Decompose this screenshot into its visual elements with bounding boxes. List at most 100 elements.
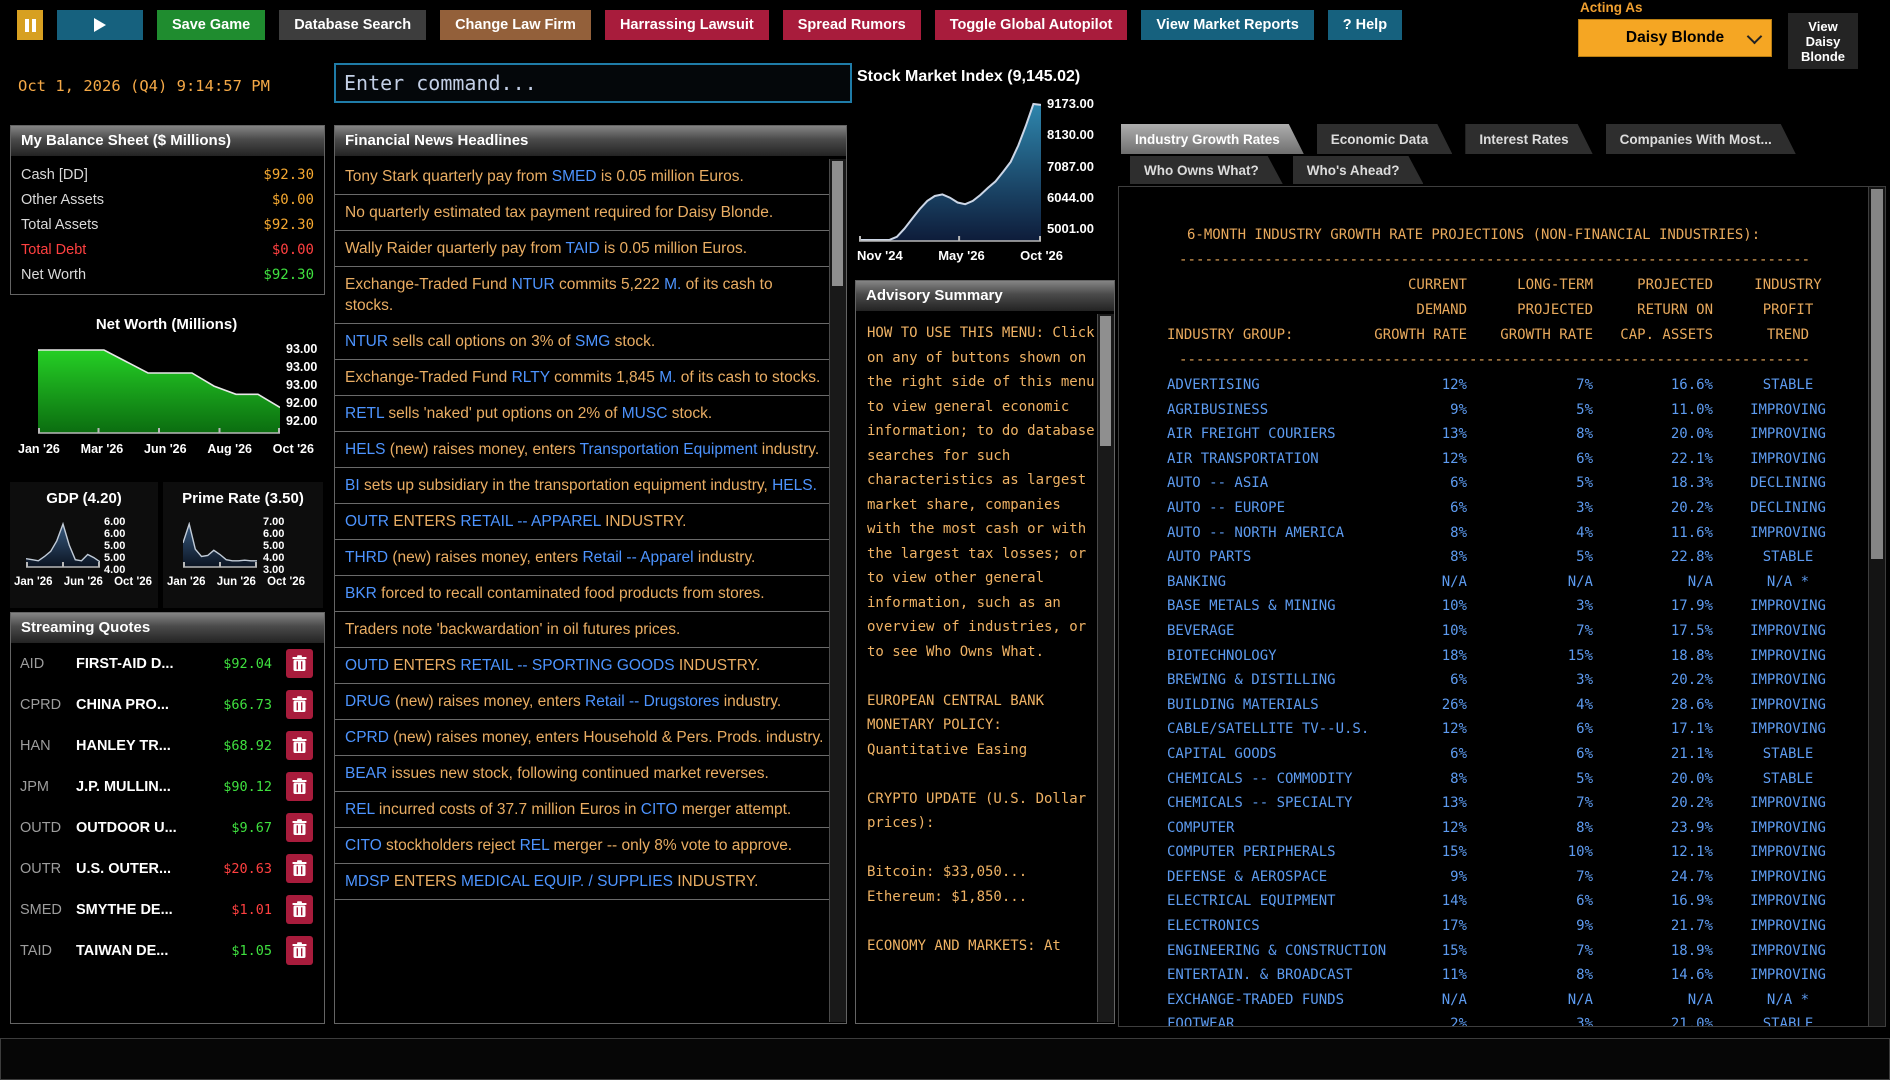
industry-table-row[interactable]: COMPUTER PERIPHERALS15%10%12.1%IMPROVING — [1119, 840, 1869, 865]
industry-table-row[interactable]: AUTO -- ASIA6%5%18.3%DECLINING — [1119, 471, 1869, 496]
industry-table-row[interactable]: BANKINGN/AN/AN/AN/A * — [1119, 570, 1869, 595]
news-headline[interactable]: CPRD (new) raises money, enters Househol… — [335, 720, 829, 756]
tab-industry-growth-rates[interactable]: Industry Growth Rates — [1121, 124, 1304, 154]
news-ticker-link[interactable]: M. — [664, 276, 681, 293]
delete-quote-button[interactable] — [286, 731, 313, 760]
industry-table-row[interactable]: CABLE/SATELLITE TV--U.S.12%6%17.1%IMPROV… — [1119, 717, 1869, 742]
news-ticker-link[interactable]: REL — [520, 837, 550, 854]
industry-table-row[interactable]: AIR TRANSPORTATION12%6%22.1%IMPROVING — [1119, 447, 1869, 472]
news-headline[interactable]: RETL sells 'naked' put options on 2% of … — [335, 396, 829, 432]
news-headline[interactable]: NTUR sells call options on 3% of SMG sto… — [335, 324, 829, 360]
advisory-scrollbar-thumb[interactable] — [1100, 316, 1111, 446]
delete-quote-button[interactable] — [286, 649, 313, 678]
change-law-firm-button[interactable]: Change Law Firm — [440, 10, 591, 40]
news-ticker-link[interactable]: BI — [345, 477, 360, 494]
industry-table-row[interactable]: AUTO -- EUROPE6%3%20.2%DECLINING — [1119, 496, 1869, 521]
tab-companies-with-most[interactable]: Companies With Most... — [1606, 124, 1796, 154]
news-ticker-link[interactable]: MUSC — [622, 405, 668, 422]
news-ticker-link[interactable]: NTUR — [345, 333, 388, 350]
industry-table-row[interactable]: ENGINEERING & CONSTRUCTION15%7%18.9%IMPR… — [1119, 939, 1869, 964]
news-headline[interactable]: Exchange-Traded Fund RLTY commits 1,845 … — [335, 360, 829, 396]
news-ticker-link[interactable]: CITO — [345, 837, 382, 854]
news-ticker-link[interactable]: Retail -- Drugstores — [585, 693, 719, 710]
news-ticker-link[interactable]: BKR — [345, 585, 377, 602]
news-ticker-link[interactable]: HELS — [345, 441, 386, 458]
command-input[interactable] — [334, 63, 852, 103]
industry-table-row[interactable]: AGRIBUSINESS9%5%11.0%IMPROVING — [1119, 398, 1869, 423]
delete-quote-button[interactable] — [286, 936, 313, 965]
news-ticker-link[interactable]: RETAIL -- APPAREL — [460, 513, 600, 530]
delete-quote-button[interactable] — [286, 690, 313, 719]
news-headline[interactable]: Traders note 'backwardation' in oil futu… — [335, 612, 829, 648]
tab-who-owns-what[interactable]: Who Owns What? — [1130, 156, 1283, 184]
news-ticker-link[interactable]: MDSP — [345, 873, 390, 890]
industry-table-row[interactable]: CAPITAL GOODS6%6%21.1%STABLE — [1119, 742, 1869, 767]
news-ticker-link[interactable]: NTUR — [512, 276, 555, 293]
industry-table-row[interactable]: AUTO PARTS8%5%22.8%STABLE — [1119, 545, 1869, 570]
save-game-button[interactable]: Save Game — [157, 10, 265, 40]
news-ticker-link[interactable]: CPRD — [345, 729, 389, 746]
news-ticker-link[interactable]: CITO — [641, 801, 678, 818]
news-ticker-link[interactable]: RETAIL -- SPORTING GOODS — [460, 657, 674, 674]
pause-button[interactable] — [17, 10, 43, 40]
industry-table-row[interactable]: ENTERTAIN. & BROADCAST11%8%14.6%IMPROVIN… — [1119, 963, 1869, 988]
harrassing-lawsuit-button[interactable]: Harrassing Lawsuit — [605, 10, 769, 40]
news-headline[interactable]: Exchange-Traded Fund NTUR commits 5,222 … — [335, 267, 829, 324]
quote-row[interactable]: AIDFIRST-AID D...$92.04 — [11, 643, 324, 684]
delete-quote-button[interactable] — [286, 813, 313, 842]
play-button[interactable] — [57, 10, 143, 40]
industry-table-row[interactable]: CHEMICALS -- SPECIALTY13%7%20.2%IMPROVIN… — [1119, 791, 1869, 816]
news-ticker-link[interactable]: SMG — [575, 333, 610, 350]
news-ticker-link[interactable]: Retail -- Apparel — [582, 549, 693, 566]
industry-table-scrollbar-thumb[interactable] — [1871, 189, 1883, 559]
quote-row[interactable]: JPMJ.P. MULLIN...$90.12 — [11, 766, 324, 807]
view-market-reports-button[interactable]: View Market Reports — [1141, 10, 1313, 40]
industry-table-row[interactable]: BEVERAGE10%7%17.5%IMPROVING — [1119, 619, 1869, 644]
news-headline[interactable]: CITO stockholders reject REL merger -- o… — [335, 828, 829, 864]
tab-interest-rates[interactable]: Interest Rates — [1465, 124, 1592, 154]
news-headline[interactable]: DRUG (new) raises money, enters Retail -… — [335, 684, 829, 720]
news-ticker-link[interactable]: OUTD — [345, 657, 389, 674]
tab-economic-data[interactable]: Economic Data — [1317, 124, 1453, 154]
news-scrollbar-thumb[interactable] — [832, 161, 843, 286]
news-headline[interactable]: REL incurred costs of 37.7 million Euros… — [335, 792, 829, 828]
quote-row[interactable]: CPRDCHINA PRO...$66.73 — [11, 684, 324, 725]
quote-row[interactable]: TAIDTAIWAN DE...$1.05 — [11, 930, 324, 971]
news-headline[interactable]: Wally Raider quarterly pay from TAID is … — [335, 231, 829, 267]
industry-table-row[interactable]: AUTO -- NORTH AMERICA8%4%11.6%IMPROVING — [1119, 521, 1869, 546]
industry-table-scrollbar[interactable] — [1868, 187, 1885, 1026]
news-scrollbar[interactable] — [829, 159, 846, 1022]
industry-table-row[interactable]: BASE METALS & MINING10%3%17.9%IMPROVING — [1119, 594, 1869, 619]
news-headline[interactable]: No quarterly estimated tax payment requi… — [335, 195, 829, 231]
quote-row[interactable]: OUTDOUTDOOR U...$9.67 — [11, 807, 324, 848]
news-headline[interactable]: MDSP ENTERS MEDICAL EQUIP. / SUPPLIES IN… — [335, 864, 829, 900]
view-player-button[interactable]: ViewDaisyBlonde — [1788, 13, 1858, 69]
delete-quote-button[interactable] — [286, 772, 313, 801]
news-ticker-link[interactable]: RLTY — [512, 369, 550, 386]
news-ticker-link[interactable]: REL — [345, 801, 375, 818]
delete-quote-button[interactable] — [286, 895, 313, 924]
industry-table-row[interactable]: ELECTRONICS17%9%21.7%IMPROVING — [1119, 914, 1869, 939]
news-headline[interactable]: HELS (new) raises money, enters Transpor… — [335, 432, 829, 468]
industry-table-row[interactable]: BUILDING MATERIALS26%4%28.6%IMPROVING — [1119, 693, 1869, 718]
industry-table-row[interactable]: AIR FREIGHT COURIERS13%8%20.0%IMPROVING — [1119, 422, 1869, 447]
industry-table-row[interactable]: COMPUTER12%8%23.9%IMPROVING — [1119, 816, 1869, 841]
quote-row[interactable]: HANHANLEY TR...$68.92 — [11, 725, 324, 766]
news-ticker-link[interactable]: Transportation Equipment — [580, 441, 758, 458]
toggle-global-autopilot-button[interactable]: Toggle Global Autopilot — [935, 10, 1128, 40]
industry-table-row[interactable]: BREWING & DISTILLING6%3%20.2%IMPROVING — [1119, 668, 1869, 693]
news-headline[interactable]: OUTD ENTERS RETAIL -- SPORTING GOODS IND… — [335, 648, 829, 684]
industry-table-row[interactable]: EXCHANGE-TRADED FUNDSN/AN/AN/AN/A * — [1119, 988, 1869, 1013]
news-ticker-link[interactable]: BEAR — [345, 765, 387, 782]
industry-table-row[interactable]: BIOTECHNOLOGY18%15%18.8%IMPROVING — [1119, 644, 1869, 669]
database-search-button[interactable]: Database Search — [279, 10, 426, 40]
news-headline[interactable]: BKR forced to recall contaminated food p… — [335, 576, 829, 612]
delete-quote-button[interactable] — [286, 854, 313, 883]
quote-row[interactable]: OUTRU.S. OUTER...$20.63 — [11, 848, 324, 889]
industry-table-row[interactable]: ADVERTISING12%7%16.6%STABLE — [1119, 373, 1869, 398]
news-ticker-link[interactable]: SMED — [552, 168, 597, 185]
industry-table-row[interactable]: CHEMICALS -- COMMODITY8%5%20.0%STABLE — [1119, 767, 1869, 792]
spread-rumors-button[interactable]: Spread Rumors — [783, 10, 921, 40]
news-headline[interactable]: BEAR issues new stock, following continu… — [335, 756, 829, 792]
news-headline[interactable]: BI sets up subsidiary in the transportat… — [335, 468, 829, 504]
